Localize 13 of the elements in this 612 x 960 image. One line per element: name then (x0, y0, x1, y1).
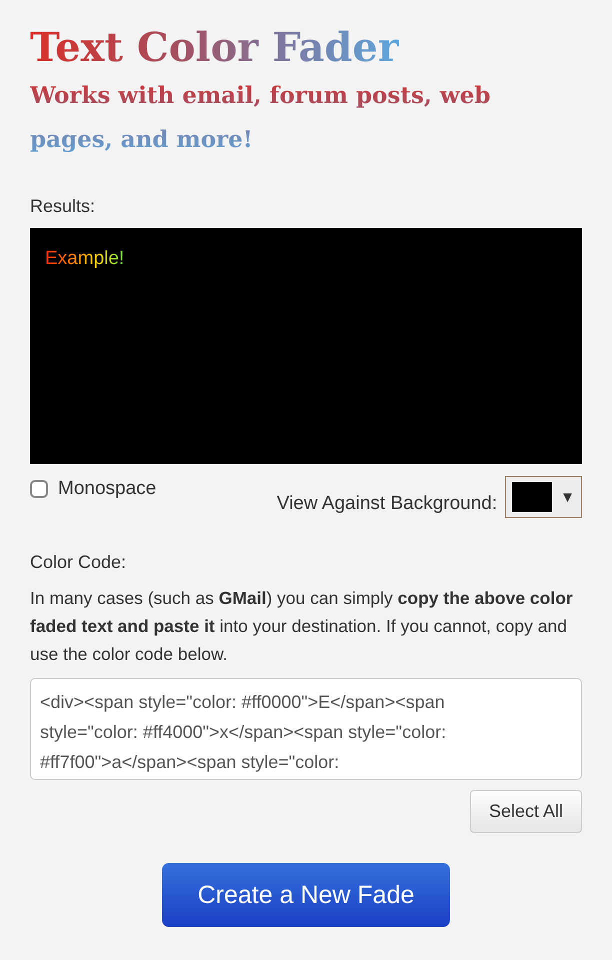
code-field[interactable]: <div><span style="color: #ff0000">E</span><span style="color: #ff4000">x</span><span style="color: #ff7f00">a</span><span style="color: (30, 678, 582, 780)
results-label: Results: (30, 195, 96, 218)
create-fade-button[interactable]: Create a New Fade (162, 863, 450, 927)
monospace-checkbox[interactable] (30, 480, 48, 498)
color-code-label: Color Code: (30, 551, 128, 574)
background-label: View Against Background: (276, 493, 498, 515)
background-dropdown[interactable]: ▼ (505, 476, 582, 518)
select-all-button[interactable]: Select All (470, 790, 582, 833)
color-swatch (512, 482, 552, 512)
faded-text: Example! (45, 248, 124, 270)
instructions-text: In many cases (such as GMail) you can simply copy the above color faded text and paste it into your destination. If you cannot, copy and use the color code below. (30, 587, 574, 666)
monospace-label: Monospace (58, 478, 156, 500)
caret-icon: ▼ (560, 488, 575, 506)
